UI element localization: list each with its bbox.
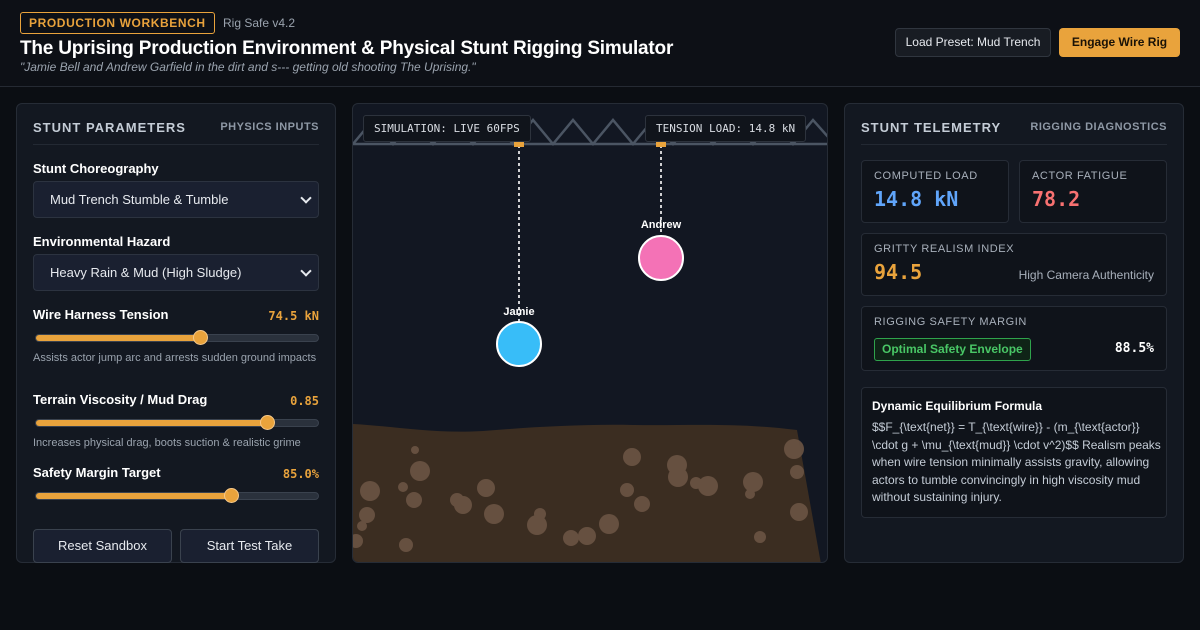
chevron-down-icon	[300, 265, 312, 277]
actor-fatigue-label: ACTOR FATIGUE	[1032, 170, 1128, 182]
mud-clump	[620, 483, 634, 497]
formula-body: $$F_{\text{net}} = T_{\text{wire}} - (m_…	[872, 420, 1161, 504]
mud-clump	[668, 467, 688, 487]
slider-thumb[interactable]	[223, 488, 239, 503]
mud-clump	[790, 503, 808, 521]
actor-fatigue-value: 78.2	[1032, 187, 1081, 211]
page-title: The Uprising Production Environment & Ph…	[20, 38, 674, 59]
mud-clump	[563, 530, 579, 546]
actor-jamie-label: Jamie	[503, 306, 534, 318]
realism-label: GRITTY REALISM INDEX	[874, 243, 1015, 255]
mud-clump	[578, 527, 596, 545]
formula-card: Dynamic Equilibrium Formula $$F_{\text{n…	[861, 387, 1167, 518]
realism-index-card: GRITTY REALISM INDEX 94.5 High Camera Au…	[861, 233, 1167, 296]
hazard-label: Environmental Hazard	[33, 234, 171, 249]
mud-clump	[410, 461, 430, 481]
choreography-label: Stunt Choreography	[33, 161, 159, 176]
safety-slider[interactable]	[35, 488, 319, 503]
choreography-select[interactable]: Mud Trench Stumble & Tumble	[33, 181, 319, 218]
safety-margin-label: RIGGING SAFETY MARGIN	[874, 316, 1027, 328]
hazard-select[interactable]: Heavy Rain & Mud (High Sludge)	[33, 254, 319, 291]
slider-thumb[interactable]	[260, 415, 276, 430]
panel-subtitle: PHYSICS INPUTS	[220, 121, 319, 133]
safety-envelope-badge: Optimal Safety Envelope	[874, 338, 1031, 361]
viscosity-label: Terrain Viscosity / Mud Drag	[33, 392, 208, 407]
slider-fill	[36, 335, 200, 341]
mud-clump	[484, 504, 504, 524]
app-header: PRODUCTION WORKBENCH Rig Safe v4.2 The U…	[0, 0, 1200, 87]
workbench-badge: PRODUCTION WORKBENCH	[20, 12, 215, 34]
viscosity-hint: Increases physical drag, boots suction &…	[33, 437, 301, 449]
stunt-parameters-panel: STUNT PARAMETERS PHYSICS INPUTS Stunt Ch…	[16, 103, 336, 563]
formula-title: Dynamic Equilibrium Formula	[872, 399, 1043, 413]
start-test-take-button[interactable]: Start Test Take	[180, 529, 319, 563]
mud-clump	[790, 465, 804, 479]
version-label: Rig Safe v4.2	[223, 16, 296, 30]
simulation-status-chip: SIMULATION: LIVE 60FPS	[363, 115, 531, 142]
tension-value: 74.5 kN	[268, 309, 319, 323]
slider-thumb[interactable]	[192, 330, 208, 345]
slider-fill	[36, 420, 268, 426]
actor-andrew-label: Andrew	[641, 219, 682, 231]
mud-clump	[406, 492, 422, 508]
mud-clump	[411, 446, 419, 454]
mud-clump	[634, 496, 650, 512]
tension-slider[interactable]	[35, 330, 319, 345]
mud-clump	[477, 479, 495, 497]
panel-header: STUNT PARAMETERS PHYSICS INPUTS	[33, 120, 319, 145]
mud-clump	[745, 489, 755, 499]
mud-clump	[357, 521, 367, 531]
mud-clump	[623, 448, 641, 466]
realism-note: High Camera Authenticity	[1018, 268, 1154, 282]
safety-margin-value: 88.5%	[1114, 341, 1154, 356]
safety-margin-card: RIGGING SAFETY MARGIN Optimal Safety Env…	[861, 306, 1167, 371]
mud-clump	[754, 531, 766, 543]
engage-wire-rig-button[interactable]: Engage Wire Rig	[1059, 28, 1180, 57]
reset-sandbox-button[interactable]: Reset Sandbox	[33, 529, 172, 563]
mud-clump	[359, 507, 375, 523]
load-preset-button[interactable]: Load Preset: Mud Trench	[895, 28, 1051, 57]
simulation-canvas[interactable]: Jamie Andrew SIMULATION: LIVE 60FPS TENS…	[352, 103, 828, 563]
simulation-scene: Jamie Andrew	[353, 118, 827, 562]
mud-clump	[534, 508, 546, 520]
mud-clump	[399, 538, 413, 552]
mud-clump	[450, 493, 464, 507]
safety-label: Safety Margin Target	[33, 465, 161, 480]
realism-value: 94.5	[874, 260, 923, 284]
computed-load-label: COMPUTED LOAD	[874, 170, 978, 182]
safety-value: 85.0%	[282, 467, 319, 481]
mud-clump	[398, 482, 408, 492]
page-quote: "Jamie Bell and Andrew Garfield in the d…	[20, 60, 476, 74]
actor-jamie[interactable]	[496, 321, 542, 367]
mud-clump	[599, 514, 619, 534]
computed-load-value: 14.8 kN	[874, 187, 959, 211]
tension-label: Wire Harness Tension	[33, 307, 169, 322]
mud-clump	[743, 472, 763, 492]
choreography-value: Mud Trench Stumble & Tumble	[50, 192, 229, 207]
viscosity-slider[interactable]	[35, 415, 319, 430]
hazard-value: Heavy Rain & Mud (High Sludge)	[50, 265, 242, 280]
actor-fatigue-card: ACTOR FATIGUE 78.2	[1019, 160, 1167, 223]
mud-clump	[784, 439, 804, 459]
mud-clump	[360, 481, 380, 501]
tension-hint: Assists actor jump arc and arrests sudde…	[33, 352, 317, 364]
panel-subtitle: RIGGING DIAGNOSTICS	[1030, 121, 1167, 133]
chevron-down-icon	[300, 192, 312, 204]
tension-load-chip: TENSION LOAD: 14.8 kN	[645, 115, 807, 142]
computed-load-card: COMPUTED LOAD 14.8 kN	[861, 160, 1009, 223]
mud-clump	[698, 476, 718, 496]
viscosity-value: 0.85	[290, 394, 319, 408]
panel-title: STUNT TELEMETRY	[861, 120, 1002, 135]
slider-fill	[36, 493, 231, 499]
actor-andrew[interactable]	[638, 235, 684, 281]
stunt-telemetry-panel: STUNT TELEMETRY RIGGING DIAGNOSTICS COMP…	[844, 103, 1184, 563]
panel-header: STUNT TELEMETRY RIGGING DIAGNOSTICS	[861, 120, 1167, 145]
panel-title: STUNT PARAMETERS	[33, 120, 186, 135]
